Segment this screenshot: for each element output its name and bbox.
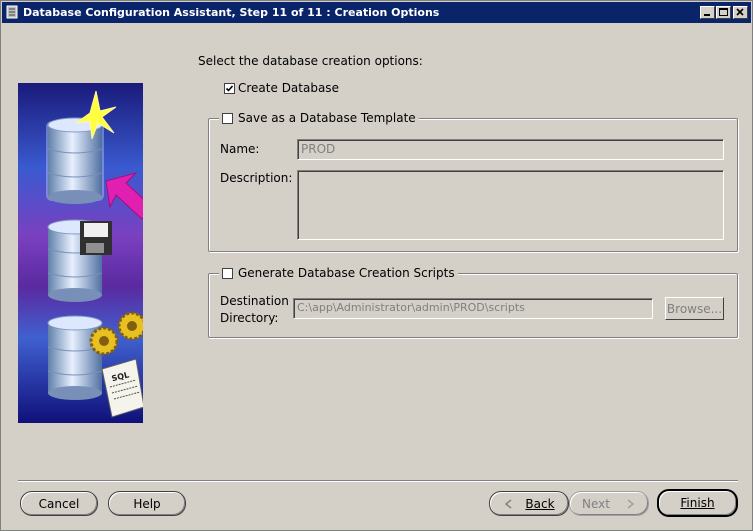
- title-bar[interactable]: Database Configuration Assistant, Step 1…: [2, 2, 751, 23]
- finish-button[interactable]: Finish: [657, 489, 738, 517]
- chevron-left-icon: [505, 498, 512, 509]
- save-template-label[interactable]: Save as a Database Template: [238, 111, 416, 125]
- minimize-button[interactable]: [700, 6, 715, 19]
- destination-label-line1: Destination: [220, 294, 289, 308]
- help-button[interactable]: Help: [108, 491, 186, 516]
- save-template-legend[interactable]: Save as a Database Template: [219, 111, 419, 125]
- app-icon: [6, 5, 18, 19]
- destination-label-line2: Directory:: [220, 311, 279, 325]
- back-label: Back: [525, 496, 555, 511]
- generate-scripts-legend[interactable]: Generate Database Creation Scripts: [219, 266, 458, 280]
- chevron-right-icon: [627, 498, 635, 509]
- footer-separator: [18, 480, 738, 482]
- window-title: Database Configuration Assistant, Step 1…: [23, 6, 440, 19]
- create-database-checkbox[interactable]: [224, 83, 235, 94]
- maximize-button[interactable]: [716, 6, 731, 19]
- browse-button[interactable]: Browse...: [665, 297, 724, 320]
- minimize-icon: [704, 14, 710, 16]
- next-button[interactable]: Next: [569, 491, 649, 516]
- close-icon: [736, 8, 744, 16]
- template-name-label: Name:: [220, 142, 260, 156]
- help-label: Help: [133, 496, 161, 511]
- dbca-window: Database Configuration Assistant, Step 1…: [0, 0, 753, 531]
- maximize-icon: [719, 8, 728, 16]
- finish-label: Finish: [680, 496, 715, 510]
- wizard-illustration: SQL: [18, 83, 143, 423]
- template-description-field[interactable]: [297, 170, 724, 240]
- template-description-label: Description:: [220, 171, 293, 185]
- next-label: Next: [582, 496, 610, 511]
- destination-directory-field[interactable]: C:\app\Administrator\admin\PROD\scripts: [293, 298, 653, 319]
- generate-scripts-label[interactable]: Generate Database Creation Scripts: [238, 266, 455, 280]
- create-database-label[interactable]: Create Database: [238, 81, 339, 95]
- close-button[interactable]: [733, 6, 748, 19]
- save-template-checkbox[interactable]: [222, 112, 233, 124]
- template-name-field[interactable]: PROD: [297, 139, 724, 160]
- cancel-label: Cancel: [38, 496, 80, 511]
- cancel-button[interactable]: Cancel: [20, 491, 98, 516]
- generate-scripts-checkbox[interactable]: [222, 267, 233, 279]
- creation-options-prompt: Select the database creation options:: [198, 54, 423, 68]
- checkmark-icon: [225, 85, 234, 92]
- back-button[interactable]: Back: [489, 491, 569, 516]
